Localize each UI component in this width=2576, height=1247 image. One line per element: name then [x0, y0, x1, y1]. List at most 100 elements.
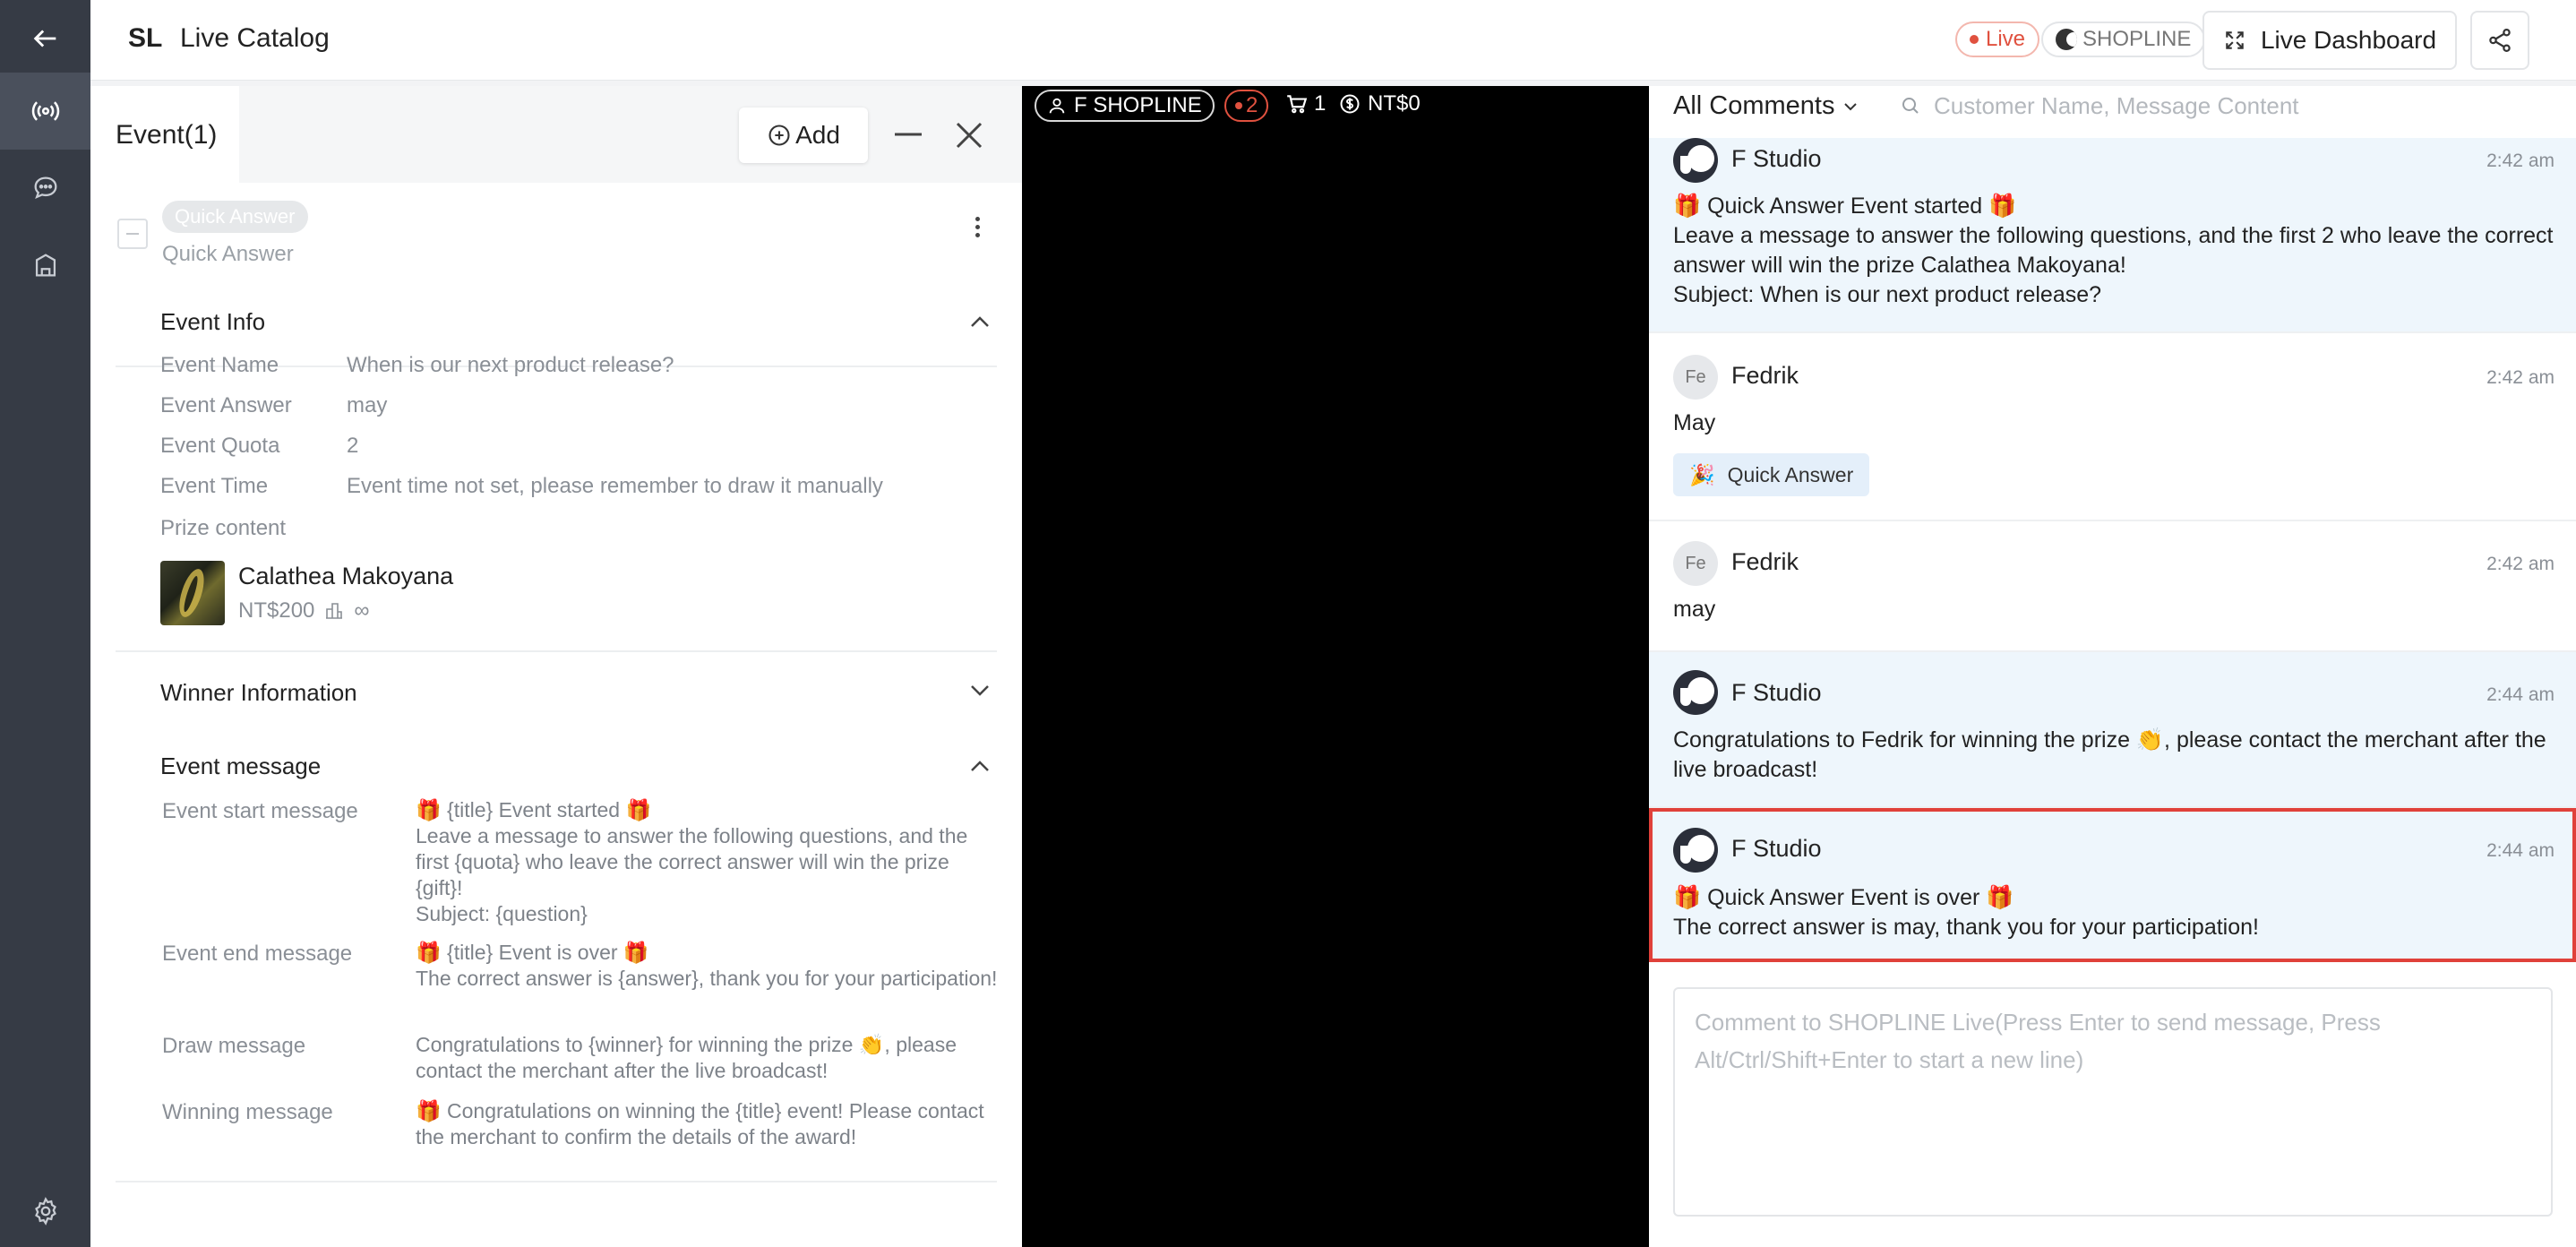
prize-stock: ∞ — [354, 598, 370, 623]
live-dot-icon — [1970, 35, 1979, 44]
cart-icon — [1287, 95, 1308, 114]
live-video: F SHOPLINE 2 1 NT$0 — [1022, 86, 1649, 1247]
comment-author: F Studio — [1731, 679, 1822, 706]
winning-message-value: 🎁 Congratulations on winning the {title}… — [416, 1099, 984, 1148]
event-type-label: Quick Answer — [162, 242, 294, 266]
sidebar-item-store[interactable] — [0, 227, 90, 304]
user-icon — [1049, 98, 1065, 114]
live-status-label: Live — [1986, 27, 2026, 51]
chevron-up-icon[interactable] — [970, 760, 990, 772]
comment-author: F Studio — [1731, 835, 1822, 862]
shopline-logo-icon — [2056, 29, 2077, 50]
sidebar-item-live[interactable] — [0, 73, 90, 150]
comment-time: 2:42 am — [2486, 554, 2555, 574]
comment-time: 2:42 am — [2486, 367, 2555, 388]
prize-price: NT$200 — [238, 598, 315, 623]
comment-text: Congratulations to Fedrik for winning th… — [1673, 727, 2546, 782]
event-message-title: Event message — [160, 752, 322, 779]
add-event-label: Add — [795, 121, 840, 149]
divider — [116, 650, 997, 652]
stream-user-name: F SHOPLINE — [1074, 93, 1202, 117]
comment-filter-dropdown[interactable]: All Comments — [1673, 91, 1857, 121]
event-info-title: Event Info — [160, 308, 266, 335]
expand-icon — [2226, 31, 2244, 49]
divider — [116, 1181, 997, 1182]
cart-count-value: 1 — [1314, 91, 1327, 116]
broadcast-icon — [31, 101, 59, 121]
live-dashboard-button[interactable]: Live Dashboard — [2202, 11, 2457, 70]
start-message-value: 🎁 {title} Event started 🎁 Leave a messag… — [416, 798, 968, 925]
prize-content-label: Prize content — [160, 516, 287, 540]
end-message-label: Event end message — [162, 942, 353, 966]
draw-message-value: Congratulations to {winner} for winning … — [416, 1033, 957, 1082]
comment-search-input[interactable] — [1934, 91, 2525, 120]
comment-text: May — [1673, 410, 1716, 435]
event-quota-value: 2 — [347, 434, 359, 458]
event-time-value: Event time not set, please remember to d… — [347, 474, 883, 498]
stream-user-badge: F SHOPLINE — [1035, 90, 1215, 122]
close-icon[interactable] — [954, 120, 984, 150]
event-panel-header: Event(1) Add — [90, 86, 1022, 183]
avatar — [1673, 828, 1718, 873]
comment-text: 🎁 Quick Answer Event is over 🎁 The corre… — [1673, 885, 2259, 940]
avatar-initials: Fe — [1685, 553, 1706, 573]
sales-amount: NT$0 — [1339, 91, 1421, 116]
comment-item[interactable]: F Studio 2:44 am 🎁 Quick Answer Event is… — [1649, 808, 2576, 962]
event-time-label: Event Time — [160, 474, 269, 498]
event-answer-value: may — [347, 393, 388, 417]
comment-item[interactable]: Fe Fedrik 2:42 am may — [1649, 521, 2576, 652]
page-title: Live Catalog — [180, 23, 330, 53]
live-dot-icon — [1235, 102, 1242, 109]
chevron-down-icon[interactable] — [970, 684, 990, 697]
avatar — [1673, 670, 1718, 715]
event-item: Quick Answer Quick Answer — [116, 183, 997, 367]
shop-badge: SHOPLINE — [2041, 22, 2206, 57]
comment-item[interactable]: Fe Fedrik 2:42 am May 🎉 Quick Answer — [1649, 333, 2576, 521]
party-popper-icon: 🎉 — [1689, 462, 1715, 486]
settings-button[interactable] — [0, 1175, 90, 1247]
event-tab[interactable]: Event(1) — [90, 86, 239, 183]
start-message-label: Event start message — [162, 799, 358, 823]
prize-price-row: NT$200 ∞ — [238, 598, 370, 624]
cart-count: 1 — [1285, 91, 1326, 116]
gear-icon — [34, 1197, 56, 1226]
draw-message-label: Draw message — [162, 1034, 306, 1058]
minimize-icon[interactable] — [893, 124, 923, 145]
winning-message-label: Winning message — [162, 1100, 333, 1124]
comment-time: 2:42 am — [2486, 150, 2555, 171]
more-options-icon[interactable] — [975, 217, 981, 241]
avatar-initials: Fe — [1685, 366, 1706, 387]
live-status-badge: Live — [1955, 22, 2040, 57]
back-button[interactable] — [0, 0, 90, 77]
event-collapse-checkbox[interactable] — [117, 219, 148, 249]
plus-circle-icon — [769, 125, 790, 146]
comment-input[interactable] — [1673, 987, 2553, 1217]
chevron-up-icon[interactable] — [970, 315, 990, 328]
share-button[interactable] — [2470, 11, 2529, 70]
event-quota-label: Event Quota — [160, 434, 280, 458]
event-panel-title: Event(1) — [116, 120, 218, 150]
comment-time: 2:44 am — [2486, 684, 2555, 705]
comment-text: may — [1673, 597, 1716, 622]
comment-search — [1900, 86, 2563, 125]
sidebar-item-messages[interactable] — [0, 150, 90, 227]
winner-info-title: Winner Information — [160, 679, 357, 706]
search-icon — [1902, 98, 1919, 114]
comment-item[interactable]: F Studio 2:42 am 🎁 Quick Answer Event st… — [1649, 138, 2576, 333]
end-message-value: 🎁 {title} Event is over 🎁 The correct an… — [416, 941, 998, 990]
prize-name: Calathea Makoyana — [238, 563, 454, 589]
event-answer-label: Event Answer — [160, 393, 292, 417]
shop-label: SHOPLINE — [2082, 27, 2192, 51]
viewer-count: 2 — [1246, 93, 1258, 117]
add-event-button[interactable]: Add — [739, 108, 868, 163]
comment-item[interactable]: F Studio 2:44 am Congratulations to Fedr… — [1649, 652, 2576, 808]
comment-filter-label: All Comments — [1673, 91, 1835, 120]
chevron-down-icon — [1843, 102, 1857, 110]
top-header: SL Live Catalog Live SHOPLINE Live Dashb… — [90, 0, 2576, 81]
chat-bubble-icon — [34, 176, 56, 199]
avatar: Fe — [1673, 355, 1718, 400]
prize-image — [160, 561, 225, 625]
comment-time: 2:44 am — [2486, 840, 2555, 861]
comment-author: Fedrik — [1731, 362, 1799, 389]
comments-panel: All Comments F Studio 2:42 am 🎁 Quick An… — [1649, 86, 2576, 1247]
